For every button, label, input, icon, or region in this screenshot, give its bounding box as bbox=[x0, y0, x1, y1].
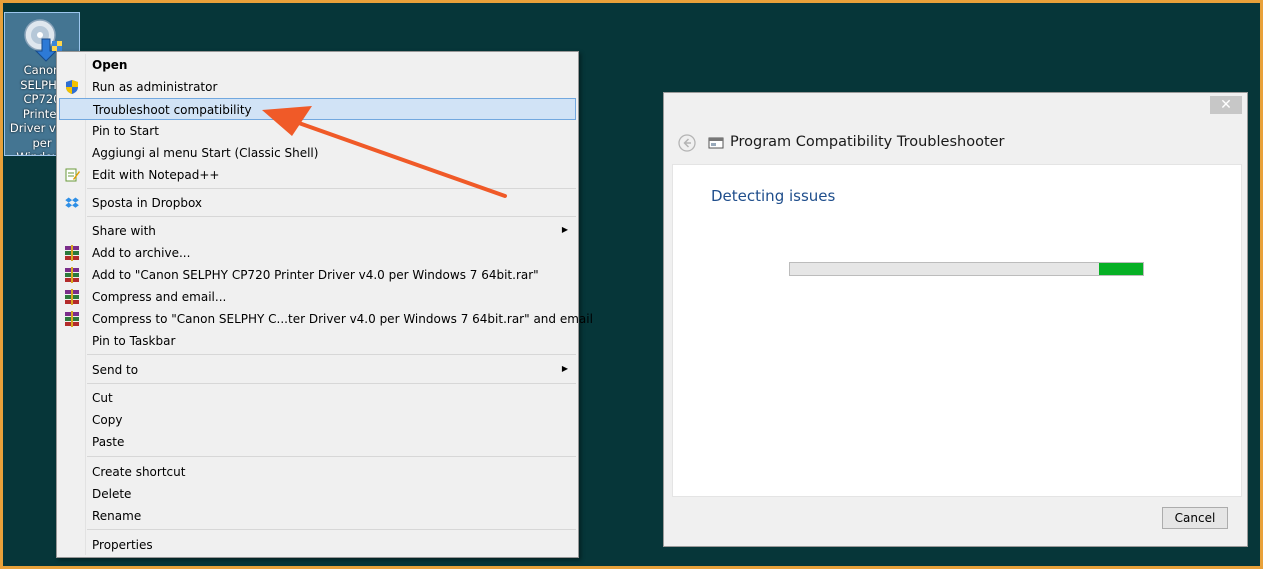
progress-fill bbox=[1098, 263, 1143, 275]
menu-item-label: Rename bbox=[92, 509, 142, 523]
progress-bar bbox=[789, 262, 1144, 276]
winrar-icon bbox=[64, 311, 80, 327]
content-panel: Detecting issues bbox=[672, 164, 1242, 497]
menu-item-share-with[interactable]: Share with ▶ bbox=[59, 220, 576, 242]
menu-separator bbox=[87, 216, 576, 217]
submenu-arrow-icon: ▶ bbox=[561, 225, 568, 234]
menu-item-send-to[interactable]: Send to ▶ bbox=[59, 359, 576, 381]
menu-item-open[interactable]: Open bbox=[59, 54, 576, 76]
context-menu: Open Run as administrator Troubleshoot com… bbox=[56, 51, 593, 558]
window-title: Program Compatibility Troubleshooter bbox=[730, 134, 1005, 150]
winrar-icon bbox=[64, 245, 80, 261]
menu-item-label: Share with bbox=[92, 224, 156, 238]
menu-item-label: Paste bbox=[92, 435, 125, 449]
notepadpp-icon bbox=[64, 167, 80, 183]
troubleshooter-app-icon bbox=[708, 137, 724, 149]
menu-item-label: Aggiungi al menu Start (Classic Shell) bbox=[92, 146, 319, 160]
dropbox-icon bbox=[64, 195, 80, 211]
menu-item-label: Run as administrator bbox=[92, 80, 218, 94]
menu-item-properties[interactable]: Properties bbox=[59, 534, 576, 556]
menu-separator bbox=[87, 456, 576, 457]
menu-item-run-as-administrator[interactable]: Run as administrator bbox=[59, 76, 576, 98]
menu-item-label: Sposta in Dropbox bbox=[92, 196, 203, 210]
menu-separator bbox=[87, 529, 576, 530]
menu-item-add-to-canon-selphy-cp720-printer-driver[interactable]: Add to "Canon SELPHY CP720 Printer Drive… bbox=[59, 264, 576, 286]
menu-item-label: Edit with Notepad++ bbox=[92, 168, 220, 182]
submenu-arrow-icon: ▶ bbox=[561, 364, 568, 373]
close-button[interactable]: ✕ bbox=[1210, 96, 1242, 114]
menu-item-paste[interactable]: Paste bbox=[59, 431, 576, 453]
menu-item-troubleshoot-compatibility[interactable]: Troubleshoot compatibility bbox=[59, 98, 576, 120]
menu-item-cut[interactable]: Cut bbox=[59, 387, 576, 409]
menu-item-label: Cut bbox=[92, 391, 113, 405]
back-arrow-icon[interactable] bbox=[678, 134, 696, 152]
menu-item-label: Delete bbox=[92, 487, 132, 501]
menu-item-label: Copy bbox=[92, 413, 123, 427]
status-heading: Detecting issues bbox=[711, 187, 836, 205]
menu-item-delete[interactable]: Delete bbox=[59, 483, 576, 505]
menu-item-label: Properties bbox=[92, 538, 153, 552]
uac-shield-icon bbox=[64, 79, 80, 95]
menu-item-label: Compress to "Canon SELPHY C...ter Driver… bbox=[92, 312, 593, 326]
menu-item-copy[interactable]: Copy bbox=[59, 409, 576, 431]
menu-separator bbox=[87, 188, 576, 189]
menu-item-label: Pin to Start bbox=[92, 124, 159, 138]
menu-item-label: Troubleshoot compatibility bbox=[93, 103, 252, 117]
menu-item-label: Send to bbox=[92, 363, 139, 377]
menu-item-label: Pin to Taskbar bbox=[92, 334, 176, 348]
menu-item-aggiungi-al-menu-start-classic-shell[interactable]: Aggiungi al menu Start (Classic Shell) bbox=[59, 142, 576, 164]
cancel-button[interactable]: Cancel bbox=[1162, 507, 1228, 529]
menu-item-rename[interactable]: Rename bbox=[59, 505, 576, 527]
menu-item-label: Create shortcut bbox=[92, 465, 186, 479]
menu-item-pin-to-start[interactable]: Pin to Start bbox=[59, 120, 576, 142]
winrar-icon bbox=[64, 289, 80, 305]
menu-item-edit-with-notepad[interactable]: Edit with Notepad++ bbox=[59, 164, 576, 186]
menu-item-compress-to-canon-selphy-c-ter-driver-v4[interactable]: Compress to "Canon SELPHY C...ter Driver… bbox=[59, 308, 593, 330]
menu-item-pin-to-taskbar[interactable]: Pin to Taskbar bbox=[59, 330, 576, 352]
menu-item-label: Add to archive... bbox=[92, 246, 191, 260]
menu-item-create-shortcut[interactable]: Create shortcut bbox=[59, 461, 576, 483]
menu-item-compress-and-email[interactable]: Compress and email... bbox=[59, 286, 576, 308]
menu-separator bbox=[87, 354, 576, 355]
winrar-icon bbox=[64, 267, 80, 283]
menu-separator bbox=[87, 383, 576, 384]
menu-item-label: Open bbox=[92, 58, 128, 72]
menu-item-label: Compress and email... bbox=[92, 290, 227, 304]
menu-item-sposta-in-dropbox[interactable]: Sposta in Dropbox bbox=[59, 192, 576, 214]
troubleshooter-window: ✕ Program Compatibility Troubleshooter D… bbox=[663, 92, 1248, 547]
menu-item-add-to-archive[interactable]: Add to archive... bbox=[59, 242, 576, 264]
menu-item-label: Add to "Canon SELPHY CP720 Printer Drive… bbox=[92, 268, 539, 282]
